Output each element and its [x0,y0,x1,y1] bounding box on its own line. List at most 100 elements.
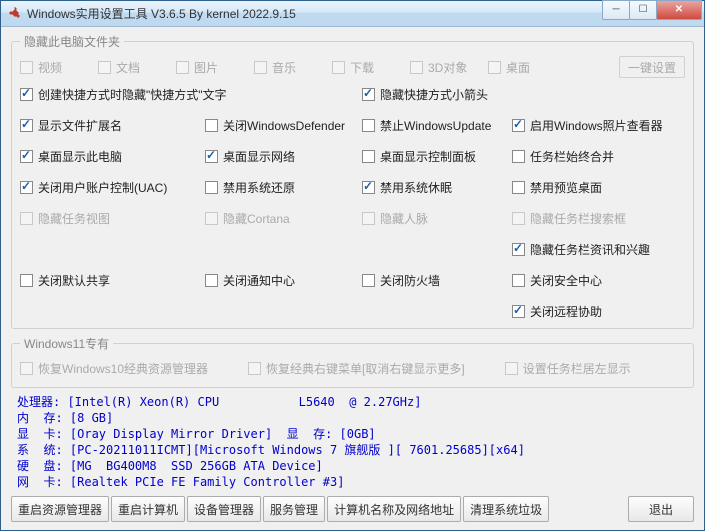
option-label: 隐藏任务栏资讯和兴趣 [530,241,650,258]
checkbox-icon [362,212,375,225]
option-checkbox: 隐藏任务栏搜索框 [512,210,677,227]
checkbox-icon [512,212,525,225]
folder-label: 文档 [116,59,140,76]
option-label: 隐藏任务栏搜索框 [530,210,626,227]
option-checkbox[interactable]: 禁用预览桌面 [512,179,677,196]
folder-checkbox: 视频 [20,59,98,76]
folder-checkbox: 3D对象 [410,59,488,76]
option-label: 禁用预览桌面 [530,179,602,196]
option-label: 隐藏快捷方式小箭头 [380,86,488,103]
checkbox-icon [205,181,218,194]
checkbox-icon [512,181,525,194]
exit-button[interactable]: 退出 [628,496,694,522]
checkbox-icon [20,212,33,225]
device-manager-button[interactable]: 设备管理器 [187,496,261,522]
option-label: 禁止WindowsUpdate [380,117,491,134]
checkbox-icon [20,88,33,101]
restart-explorer-button[interactable]: 重启资源管理器 [11,496,109,522]
checkbox-icon [205,274,218,287]
option-checkbox[interactable]: 桌面显示此电脑 [20,148,205,165]
checkbox-icon [20,61,33,74]
option-checkbox[interactable]: 关闭远程协助 [512,303,677,320]
win11-legend: Windows11专有 [20,335,113,352]
option-checkbox[interactable]: 关闭用户账户控制(UAC) [20,179,205,196]
checkbox-icon [98,61,111,74]
checkbox-icon [362,274,375,287]
win11-opt-taskbar-left: 设置任务栏居左显示 [505,360,631,377]
checkbox-icon [20,362,33,375]
option-label: 关闭安全中心 [530,272,602,289]
checkbox-icon [20,119,33,132]
option-checkbox[interactable]: 关闭安全中心 [512,272,677,289]
checkbox-icon [512,243,525,256]
option-checkbox[interactable]: 显示文件扩展名 [20,117,205,134]
folder-label: 3D对象 [428,59,467,76]
content-area: 隐藏此电脑文件夹 视频 文档 图片 音乐 下载 3D对象 桌面 一键设置 创建快捷方式时隐藏"… [1,27,704,530]
option-label: 隐藏任务视图 [38,210,110,227]
bottom-toolbar: 重启资源管理器 重启计算机 设备管理器 服务管理 计算机名称及网络地址 清理系统… [11,494,694,522]
checkbox-icon [254,61,267,74]
folder-checkbox: 下载 [332,59,410,76]
maximize-button[interactable]: ☐ [629,0,657,20]
option-label: 隐藏人脉 [380,210,428,227]
option-checkbox[interactable]: 关闭WindowsDefender [205,117,362,134]
win11-opt-explorer: 恢复Windows10经典资源管理器 [20,360,208,377]
hide-folders-group: 隐藏此电脑文件夹 视频 文档 图片 音乐 下载 3D对象 桌面 一键设置 创建快捷方式时隐藏"… [11,33,694,329]
one-key-set-button: 一键设置 [619,56,685,78]
window-title: Windows实用设置工具 V3.6.5 By kernel 2022.9.15 [27,5,603,22]
folder-label: 图片 [194,59,218,76]
option-checkbox[interactable]: 隐藏任务栏资讯和兴趣 [512,241,677,258]
checkbox-icon [20,181,33,194]
folder-label: 音乐 [272,59,296,76]
option-checkbox[interactable]: 关闭默认共享 [20,272,205,289]
folder-checkbox: 图片 [176,59,254,76]
folder-label: 下载 [350,59,374,76]
option-label: 禁用系统还原 [223,179,295,196]
titlebar[interactable]: Windows实用设置工具 V3.6.5 By kernel 2022.9.15… [1,1,704,27]
option-label: 任务栏始终合并 [530,148,614,165]
option-checkbox: 隐藏人脉 [362,210,512,227]
option-checkbox[interactable]: 关闭防火墙 [362,272,512,289]
pc-name-net-button[interactable]: 计算机名称及网络地址 [327,496,461,522]
checkbox-icon [362,88,375,101]
checkbox-icon [332,61,345,74]
option-checkbox[interactable]: 启用Windows照片查看器 [512,117,677,134]
hide-folders-legend: 隐藏此电脑文件夹 [20,33,124,50]
folder-label: 桌面 [506,59,530,76]
option-checkbox[interactable]: 隐藏快捷方式小箭头 [362,86,512,103]
option-label: 关闭WindowsDefender [223,117,345,134]
option-checkbox[interactable]: 桌面显示控制面板 [362,148,512,165]
close-button[interactable]: ✕ [656,0,702,20]
option-checkbox: 隐藏任务视图 [20,210,205,227]
option-label: 关闭用户账户控制(UAC) [38,179,167,196]
checkbox-icon [20,274,33,287]
option-checkbox[interactable]: 任务栏始终合并 [512,148,677,165]
checkbox-icon [505,362,518,375]
option-checkbox[interactable]: 禁止WindowsUpdate [362,117,512,134]
minimize-button[interactable]: ─ [602,0,630,20]
option-label: 显示文件扩展名 [38,117,122,134]
folder-checkbox: 桌面 [488,59,566,76]
main-window: Windows实用设置工具 V3.6.5 By kernel 2022.9.15… [0,0,705,531]
clean-trash-button[interactable]: 清理系统垃圾 [463,496,549,522]
option-label: 禁用系统休眠 [380,179,452,196]
checkbox-icon [205,150,218,163]
option-checkbox[interactable]: 禁用系统休眠 [362,179,512,196]
checkbox-icon [488,61,501,74]
option-checkbox[interactable]: 创建快捷方式时隐藏"快捷方式"文字 [20,86,362,103]
checkbox-icon [512,150,525,163]
folder-checkbox: 文档 [98,59,176,76]
option-checkbox[interactable]: 关闭通知中心 [205,272,362,289]
service-manager-button[interactable]: 服务管理 [263,496,325,522]
option-label: 桌面显示控制面板 [380,148,476,165]
folder-label: 视频 [38,59,62,76]
option-label: 关闭通知中心 [223,272,295,289]
checkbox-icon [512,305,525,318]
option-checkbox[interactable]: 桌面显示网络 [205,148,362,165]
option-label: 桌面显示网络 [223,148,295,165]
checkbox-icon [205,119,218,132]
system-info: 处理器: [Intel(R) Xeon(R) CPU L5640 @ 2.27G… [11,390,694,494]
option-checkbox[interactable]: 禁用系统还原 [205,179,362,196]
restart-pc-button[interactable]: 重启计算机 [111,496,185,522]
option-checkbox: 隐藏Cortana [205,210,362,227]
